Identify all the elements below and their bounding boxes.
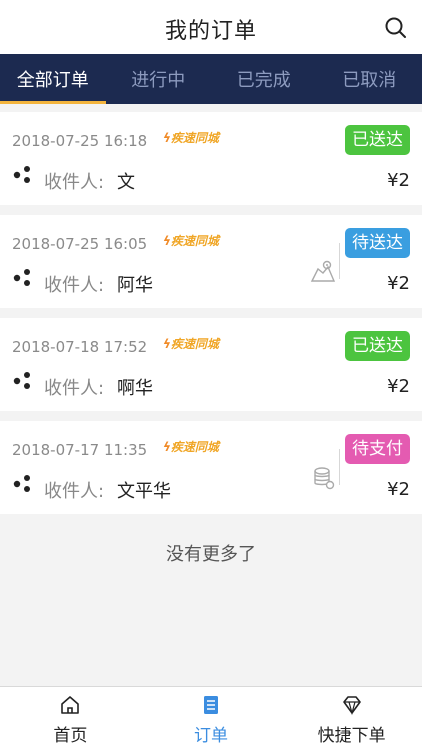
order-list-icon	[200, 694, 222, 716]
order-price: ¥2	[387, 376, 410, 397]
diamond-icon	[341, 694, 363, 716]
brand-logo: ϟ疾速同城	[163, 438, 219, 455]
home-icon	[59, 694, 81, 716]
status-badge: 已送达	[345, 331, 410, 361]
share-dots-icon	[13, 473, 33, 493]
divider	[339, 243, 340, 279]
page-title: 我的订单	[0, 13, 422, 45]
tab-in-progress[interactable]: 进行中	[106, 54, 212, 104]
share-dots-icon	[13, 370, 33, 390]
order-price: ¥2	[387, 479, 410, 500]
order-price: ¥2	[387, 170, 410, 191]
recipient-label: 收件人:	[44, 374, 104, 400]
tab-all-orders[interactable]: 全部订单	[0, 54, 106, 104]
nav-quick-order[interactable]: 快捷下单	[281, 687, 422, 751]
order-card[interactable]: 2018-07-25 16:05 ϟ疾速同城 收件人: 阿华 待送达 ¥2	[0, 215, 422, 308]
nav-home-label: 首页	[0, 721, 141, 746]
no-more-text: 没有更多了	[0, 540, 422, 566]
map-location-icon[interactable]	[310, 259, 336, 285]
recipient-label: 收件人:	[44, 271, 104, 297]
nav-quick-order-label: 快捷下单	[281, 721, 422, 746]
recipient-name: 阿华	[117, 271, 153, 297]
status-badge: 已送达	[345, 125, 410, 155]
recipient-name: 啊华	[117, 374, 153, 400]
order-card[interactable]: 2018-07-17 11:35 ϟ疾速同城 收件人: 文平华 待支付 ¥2	[0, 421, 422, 514]
nav-home[interactable]: 首页	[0, 687, 141, 751]
order-card[interactable]: 2018-07-25 16:18 ϟ疾速同城 收件人: 文 已送达 ¥2	[0, 112, 422, 205]
recipient-name: 文平华	[117, 477, 171, 503]
order-list: 2018-07-25 16:18 ϟ疾速同城 收件人: 文 已送达 ¥2 201…	[0, 104, 422, 514]
recipient-label: 收件人:	[44, 168, 104, 194]
order-datetime: 2018-07-25 16:18	[12, 132, 147, 150]
order-tabs: 全部订单 进行中 已完成 已取消	[0, 54, 422, 104]
tab-cancelled[interactable]: 已取消	[317, 54, 422, 104]
order-card[interactable]: 2018-07-18 17:52 ϟ疾速同城 收件人: 啊华 已送达 ¥2	[0, 318, 422, 411]
share-dots-icon	[13, 164, 33, 184]
divider	[339, 449, 340, 485]
nav-orders-label: 订单	[141, 721, 282, 746]
brand-logo: ϟ疾速同城	[163, 232, 219, 249]
order-datetime: 2018-07-17 11:35	[12, 441, 147, 459]
coin-stack-icon[interactable]	[310, 465, 336, 491]
order-price: ¥2	[387, 273, 410, 294]
tab-completed[interactable]: 已完成	[211, 54, 317, 104]
brand-logo: ϟ疾速同城	[163, 129, 219, 146]
order-datetime: 2018-07-25 16:05	[12, 235, 147, 253]
brand-logo: ϟ疾速同城	[163, 335, 219, 352]
status-badge: 待支付	[345, 434, 410, 464]
order-datetime: 2018-07-18 17:52	[12, 338, 147, 356]
nav-orders[interactable]: 订单	[141, 687, 282, 751]
status-badge: 待送达	[345, 228, 410, 258]
recipient-name: 文	[117, 168, 135, 194]
header: 我的订单	[0, 0, 422, 55]
bottom-nav: 首页 订单 快捷下单	[0, 686, 422, 751]
search-icon[interactable]	[384, 16, 408, 40]
share-dots-icon	[13, 267, 33, 287]
recipient-label: 收件人:	[44, 477, 104, 503]
